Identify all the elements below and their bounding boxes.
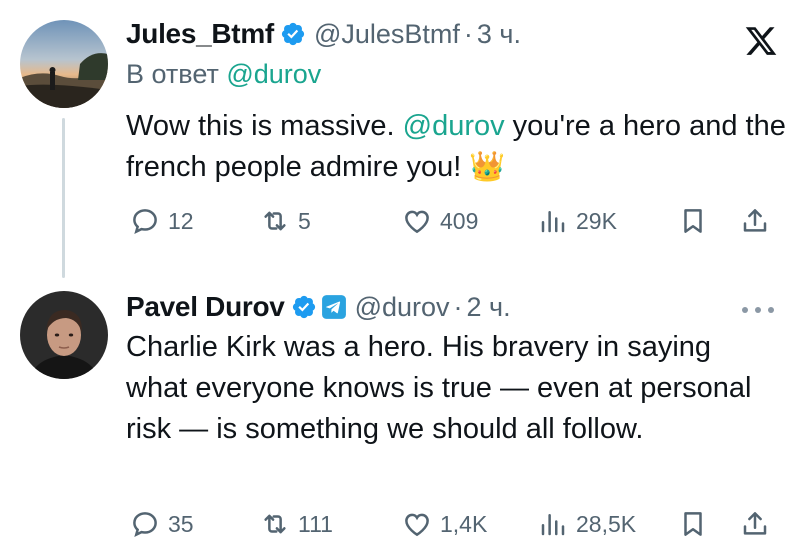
share-icon [740,206,770,236]
reply-mention-link[interactable]: @durov [226,59,321,89]
bookmark-button[interactable] [678,502,708,546]
more-dot [755,307,761,313]
repost-button[interactable]: 5 [260,199,311,243]
reply-tweet[interactable]: Jules_Btmf @JulesBtmf · 3 ч. В ответ @du… [0,0,800,275]
x-logo-icon [744,24,778,58]
bookmark-icon [678,206,708,236]
view-count: 28,5K [576,510,637,537]
share-icon [740,509,770,539]
reply-context: В ответ @durov [126,56,780,92]
mention-link[interactable]: @durov [403,110,505,142]
repost-icon [260,509,290,539]
avatar[interactable] [20,291,108,379]
heart-icon [402,509,432,539]
reply-button[interactable]: 35 [130,502,194,546]
action-bar: 12 5 409 29K [126,199,780,243]
more-dot [742,307,748,313]
views-button[interactable]: 28,5K [538,502,636,546]
view-count: 29K [576,207,617,234]
telegram-badge-icon [321,294,347,320]
author-handle[interactable]: @JulesBtmf [314,19,460,50]
bookmark-button[interactable] [678,199,708,243]
like-count: 409 [440,207,479,234]
like-button[interactable]: 1,4K [402,502,487,546]
views-chart-icon [538,509,568,539]
tweet-text: Wow this is massive. @durov you're a her… [126,106,786,188]
tweet-text: Charlie Kirk was a hero. His bravery in … [126,331,752,445]
heart-icon [402,206,432,236]
repost-count: 5 [298,207,311,234]
views-chart-icon [538,206,568,236]
repost-button[interactable]: 111 [260,502,333,546]
like-button[interactable]: 409 [402,199,478,243]
crown-emoji: 👑 [469,151,506,183]
reply-count: 35 [168,510,194,537]
like-count: 1,4K [440,510,488,537]
avatar[interactable] [20,20,108,108]
action-bar: 35 111 1,4K 28,5K [126,502,780,546]
tweet-header: Jules_Btmf @JulesBtmf · 3 ч. [126,14,780,54]
share-button[interactable] [740,502,770,546]
separator-dot: · [463,18,473,49]
verified-badge-icon [280,21,306,47]
repost-icon [260,206,290,236]
author-name[interactable]: Pavel Durov [126,291,285,323]
more-options-icon[interactable] [738,295,778,325]
author-name[interactable]: Jules_Btmf [126,18,274,50]
reply-prefix: В ответ [126,59,219,89]
share-button[interactable] [740,199,770,243]
verified-badge-icon [291,294,317,320]
timestamp[interactable]: 3 ч. [477,19,521,50]
repost-count: 111 [298,510,333,537]
author-handle[interactable]: @durov [355,292,450,323]
original-tweet[interactable]: Pavel Durov @durov · 2 ч. Charlie Kirk w… [0,275,800,555]
reply-count: 12 [168,207,194,234]
comment-icon [130,206,160,236]
tweet-header: Pavel Durov @durov · 2 ч. [126,287,780,327]
more-dot [768,307,774,313]
tweet-text-part: Wow this is massive. [126,110,403,142]
timestamp[interactable]: 2 ч. [467,292,511,323]
comment-icon [130,509,160,539]
views-button[interactable]: 29K [538,199,617,243]
bookmark-icon [678,509,708,539]
separator-dot: · [453,291,463,322]
reply-button[interactable]: 12 [130,199,194,243]
